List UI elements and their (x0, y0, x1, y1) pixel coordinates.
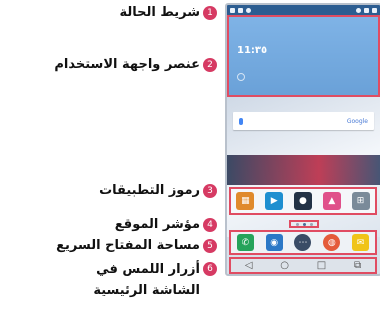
mic-icon[interactable] (239, 117, 243, 125)
callout-label: مساحة المفتاح السريع (56, 238, 200, 253)
phone-screen: 11:٣٥ Google ▦ ▶ ● ▲ ⊞ ✆ ◉ ⋯ ◍ ✉ ◁ ○ □ ⧉ (225, 3, 380, 276)
app-icon-play[interactable]: ▶ (265, 192, 284, 210)
chrome-app-icon[interactable]: ◍ (323, 234, 341, 251)
callout-number: 4 (203, 217, 217, 232)
dual-window-icon[interactable]: ⧉ (354, 260, 361, 271)
battery-icon (372, 7, 377, 13)
clock-widget[interactable]: 11:٣٥ (227, 15, 380, 97)
callout-label: شريط الحالة (119, 5, 200, 20)
recent-apps-icon[interactable]: □ (317, 260, 326, 271)
google-search-bar[interactable]: Google (233, 112, 374, 130)
app-icons-row: ▦ ▶ ● ▲ ⊞ (229, 187, 377, 215)
page-dot-active (302, 222, 306, 226)
notification-icon (230, 7, 235, 13)
callout-quick-key: مساحة المفتاح السريع 5 (56, 238, 217, 253)
phone-app-icon[interactable]: ✆ (236, 234, 254, 251)
callout-touch-buttons: أزرار اللمس في الشاشة الرئيسية 6 (50, 259, 217, 301)
signal-icon (364, 7, 369, 13)
google-logo: Google (346, 117, 368, 125)
callout-number: 3 (203, 183, 217, 198)
callout-number: 2 (203, 57, 217, 72)
image-icon (238, 7, 243, 13)
callout-widget: عنصر واجهة الاستخدام 2 (54, 57, 217, 72)
back-icon[interactable]: ◁ (245, 260, 253, 271)
callout-location-indicator: مؤشر الموقع 4 (115, 217, 217, 232)
app-icon-gallery[interactable]: ▲ (322, 192, 341, 210)
status-bar[interactable] (227, 5, 380, 15)
callout-label: عنصر واجهة الاستخدام (54, 57, 200, 72)
callout-app-icons: رموز التطبيقات 3 (99, 183, 217, 198)
callout-number: 5 (203, 238, 217, 253)
widget-clock: 11:٣٥ (237, 45, 268, 56)
location-icon (246, 7, 251, 13)
home-touch-buttons: ◁ ○ □ ⧉ (229, 257, 377, 274)
page-dot (309, 222, 313, 226)
callout-label: أزرار اللمس في الشاشة الرئيسية (93, 262, 200, 298)
apps-app-icon[interactable]: ⋯ (294, 234, 312, 251)
page-indicator[interactable] (289, 220, 319, 228)
callout-label: مؤشر الموقع (114, 217, 200, 232)
quick-key-area: ✆ ◉ ⋯ ◍ ✉ (229, 230, 377, 255)
messages-app-icon[interactable]: ✉ (352, 234, 370, 251)
wallpaper-accent (227, 155, 380, 185)
app-icon-drawer[interactable]: ⊞ (351, 192, 370, 210)
app-icon-camera[interactable]: ● (293, 192, 312, 210)
widget-small-icon (237, 73, 245, 81)
callout-number: 6 (203, 262, 217, 276)
page-dot (295, 222, 299, 226)
callout-number: 1 (203, 5, 217, 20)
home-icon[interactable]: ○ (280, 260, 289, 271)
contacts-app-icon[interactable]: ◉ (265, 234, 283, 251)
wifi-icon (356, 7, 361, 13)
callout-status-bar: شريط الحالة 1 (119, 5, 217, 20)
app-icon-calendar[interactable]: ▦ (236, 192, 255, 210)
callout-label: رموز التطبيقات (99, 183, 200, 198)
